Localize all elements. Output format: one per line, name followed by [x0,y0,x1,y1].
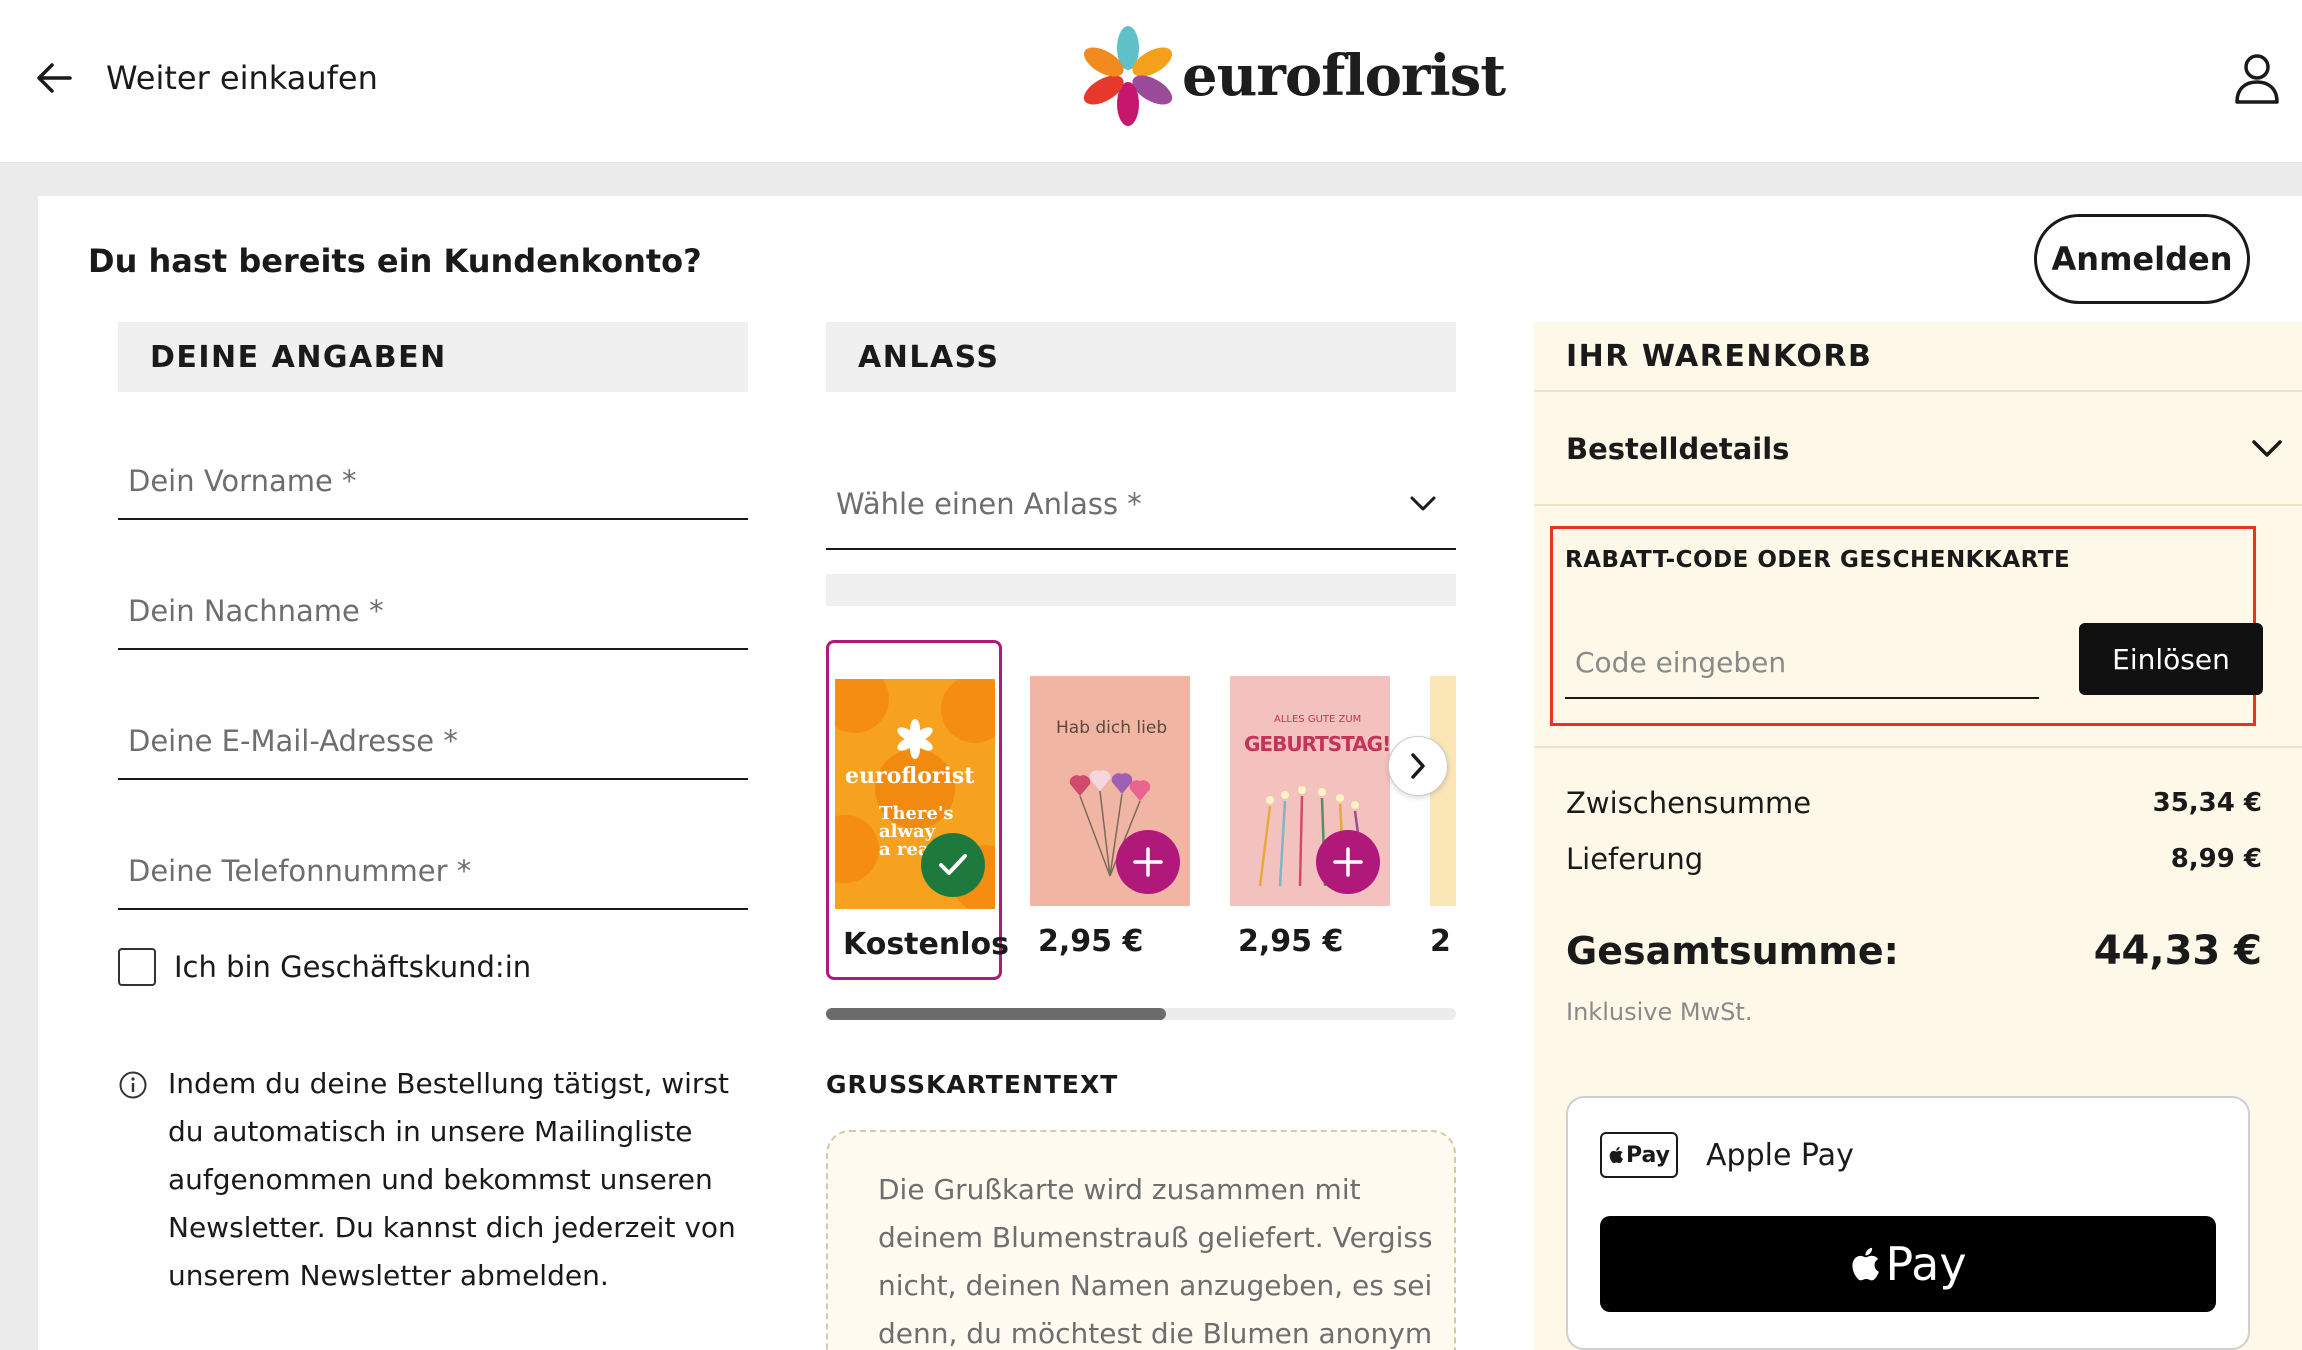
lastname-input[interactable] [118,566,748,648]
carousel-scroll-thumb[interactable] [826,1008,1167,1020]
cart-heading: IHR WARENKORB [1534,322,2302,392]
checkout-card: Du hast bereits ein Kundenkonto? Anmelde… [38,196,2302,1350]
occasion-select[interactable]: Wähle einen Anlass * [826,460,1456,550]
occasion-divider-strip [826,574,1456,606]
card-text-alles-gute: ALLES GUTE ZUM [1274,714,1362,725]
card-text-geburtstag: GEBURTSTAG! [1244,732,1390,756]
apple-pay-label: Apple Pay [1706,1137,1854,1173]
apple-pay-mark: Pay [1600,1132,1678,1178]
selected-check-badge [921,833,985,897]
chevron-down-icon [2252,440,2282,457]
email-field[interactable] [118,696,748,780]
subtotal-value: 35,34 € [2152,788,2262,818]
add-card-button[interactable] [1316,830,1380,894]
total-row: Gesamtsumme: 44,33 € [1566,928,2262,974]
login-button[interactable]: Anmelden [2034,214,2250,304]
greeting-card-price: Kostenlos [843,927,1009,962]
occasion-heading: ANLASS [826,322,1456,392]
discount-code-input[interactable] [1565,621,2039,697]
discount-code-section: RABATT-CODE ODER GESCHENKKARTE Einlösen [1550,526,2263,726]
delivery-label: Lieferung [1566,842,1704,876]
flower-logo-icon [1083,26,1173,126]
plus-icon [1333,847,1363,877]
greeting-card-option[interactable]: euroflorist There's alway a rea Kostenlo… [826,640,1009,980]
greeting-card-price: 2 [1430,924,1451,959]
top-header: Weiter einkaufen euroflorist [0,0,2302,163]
payment-method-box: Pay Apple Pay Pay [1566,1096,2250,1350]
newsletter-info: Indem du deine Bestellung tätigst, wirst… [118,1060,758,1300]
chevron-right-icon [1411,753,1425,779]
phone-input[interactable] [118,826,748,908]
subtotal-label: Zwischensumme [1566,786,1812,820]
discount-code-field[interactable] [1565,621,2039,699]
business-customer-row[interactable]: Ich bin Geschäftskund:in [118,948,531,986]
total-label: Gesamtsumme: [1566,929,1899,973]
apple-pay-button[interactable]: Pay [1600,1216,2216,1312]
apple-logo-icon [1609,1146,1623,1164]
vat-note: Inklusive MwSt. [1566,998,1753,1026]
occasion-select-placeholder: Wähle einen Anlass * [836,487,1142,521]
greeting-text-placeholder: Die Grußkarte wird zusammen mit deinem B… [878,1173,1433,1350]
arrow-left-icon [37,63,72,93]
card-text-hab-dich-lieb: Hab dich lieb [1056,718,1168,738]
email-input[interactable] [118,696,748,778]
carousel-next-button[interactable] [1388,736,1448,796]
business-customer-checkbox[interactable] [118,948,156,986]
logo-text: euroflorist [1182,43,1506,109]
greeting-card-option[interactable]: ALLES GUTE ZUM GEBURTSTAG! 2,95 € [1224,640,1400,980]
euroflorist-logo[interactable]: euroflorist [1076,24,1506,128]
greeting-card-option[interactable]: Hab dich lieb 2,95 € [1024,640,1200,980]
apple-pay-option[interactable]: Pay Apple Pay [1600,1132,1854,1178]
delivery-value: 8,99 € [2170,844,2262,874]
greeting-text-area[interactable]: Die Grußkarte wird zusammen mit deinem B… [826,1130,1456,1350]
greeting-card-option[interactable]: 2 [1424,640,1456,980]
login-question: Du hast bereits ein Kundenkonto? [88,242,702,280]
greeting-card-price: 2,95 € [1238,924,1344,959]
add-card-button[interactable] [1116,830,1180,894]
subtotal-row: Zwischensumme 35,34 € [1566,786,2262,820]
greeting-text-title: GRUSSKARTENTEXT [826,1070,1119,1099]
cart-divider [1534,746,2302,748]
newsletter-info-text: Indem du deine Bestellung tätigst, wirst… [168,1067,736,1292]
continue-shopping-label: Weiter einkaufen [106,59,378,97]
details-heading: DEINE ANGABEN [118,322,748,392]
checkmark-icon [939,854,967,875]
firstname-field[interactable] [118,436,748,520]
lastname-field[interactable] [118,566,748,650]
firstname-input[interactable] [118,436,748,518]
order-details-toggle[interactable]: Bestelldetails [1534,394,2302,506]
user-icon [2235,54,2279,104]
continue-shopping-link[interactable]: Weiter einkaufen [34,50,378,106]
greeting-card-price: 2,95 € [1038,924,1144,959]
business-customer-label: Ich bin Geschäftskund:in [174,950,532,984]
card-logo-text: euroflorist [845,763,975,789]
cart-panel: IHR WARENKORB Bestelldetails RABATT-CODE… [1534,322,2302,1350]
order-details-label: Bestelldetails [1566,432,1790,466]
discount-code-title: RABATT-CODE ODER GESCHENKKARTE [1565,547,2071,573]
plus-icon [1133,847,1163,877]
info-icon [119,1071,147,1099]
total-value: 44,33 € [2093,928,2262,974]
account-button[interactable] [2232,50,2282,106]
apple-logo-icon [1852,1247,1880,1281]
delivery-row: Lieferung 8,99 € [1566,842,2262,876]
carousel-scrollbar[interactable] [826,1008,1456,1020]
chevron-down-icon [1410,496,1436,511]
phone-field[interactable] [118,826,748,910]
apple-pay-button-text: Pay [1885,1237,1967,1291]
redeem-button[interactable]: Einlösen [2079,623,2263,695]
apple-pay-mark-text: Pay [1625,1142,1671,1168]
